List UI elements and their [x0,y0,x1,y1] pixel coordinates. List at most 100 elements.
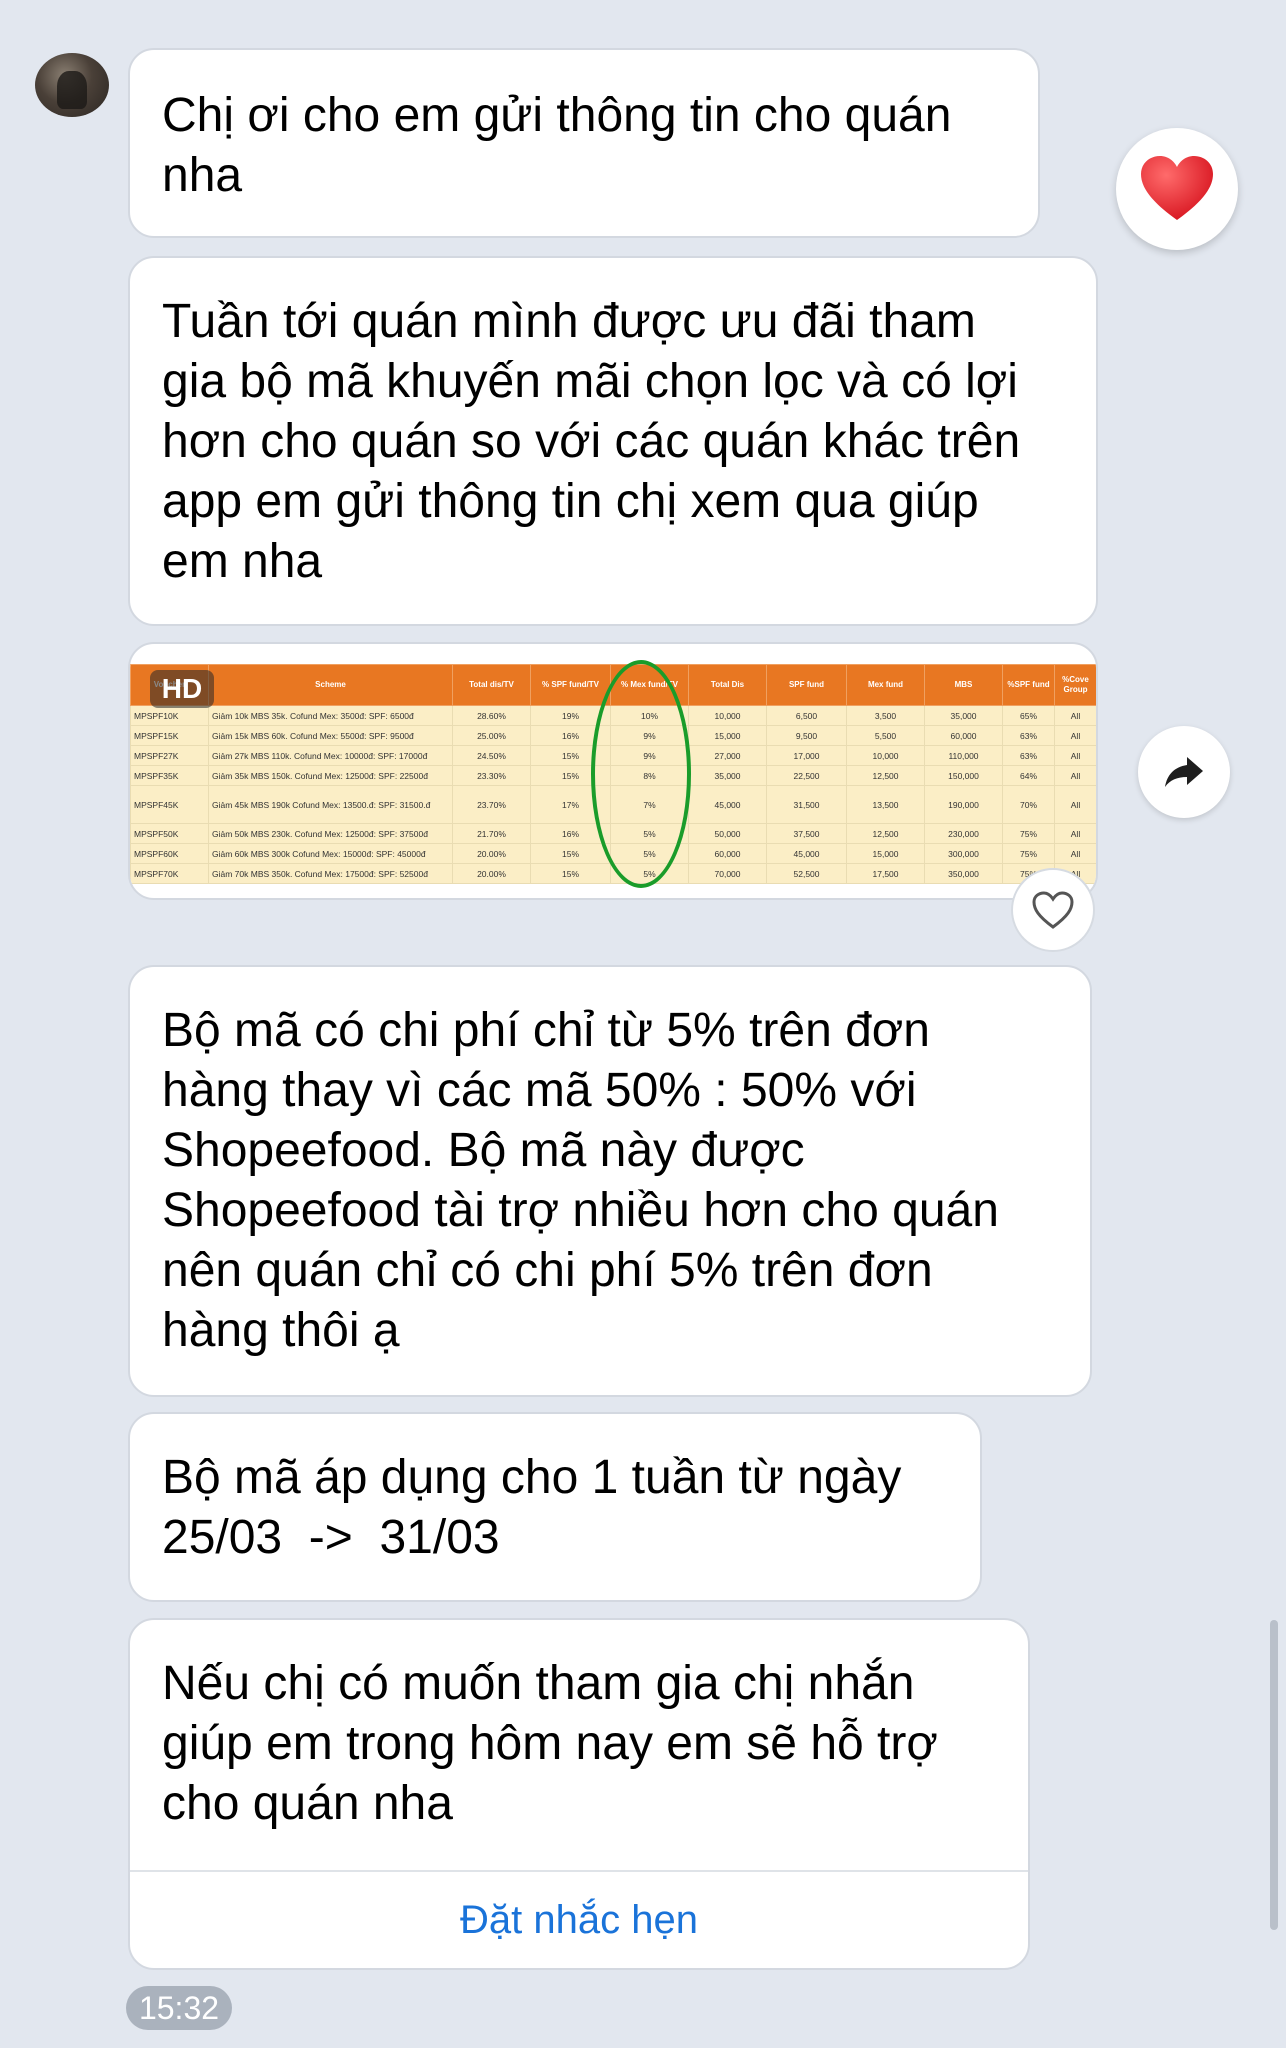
table-header-cell: % SPF fund/TV [530,664,611,706]
table-cell: 60,000 [688,843,767,864]
table-cell: 31,500 [766,785,847,824]
table-cell: 70,000 [688,863,767,884]
table-cell: 35,000 [688,765,767,786]
table-cell: All [1054,765,1096,786]
table-cell: 21.70% [452,823,531,844]
table-cell: 75% [1002,843,1055,864]
table-cell: Giảm 10k MBS 35k. Cofund Mex: 3500đ: SPF… [208,705,453,726]
share-icon [1165,757,1203,787]
table-cell: 13,500 [846,785,925,824]
hd-badge: HD [150,670,214,708]
table-cell: 300,000 [924,843,1003,864]
table-cell: 45,000 [766,843,847,864]
table-cell: 12,500 [846,823,925,844]
table-cell: Giảm 35k MBS 150k. Cofund Mex: 12500đ: S… [208,765,453,786]
table-cell: MPSPF15K [130,725,209,746]
table-cell: 17,500 [846,863,925,884]
table-cell: 10,000 [688,705,767,726]
share-arrow-icon[interactable] [1138,726,1230,818]
table-header-cell: Total dis/TV [452,664,531,706]
table-cell: 6,500 [766,705,847,726]
message-bubble-5[interactable]: Bộ mã áp dụng cho 1 tuần từ ngày 25/03 -… [128,1412,982,1602]
table-cell: 25.00% [452,725,531,746]
table-cell: Giảm 60k MBS 300k Cofund Mex: 15000đ: SP… [208,843,453,864]
table-cell: Giảm 70k MBS 350k. Cofund Mex: 17500đ: S… [208,863,453,884]
message-text: Bộ mã có chi phí chỉ từ 5% trên đơn hàng… [162,1004,999,1357]
table-cell: 110,000 [924,745,1003,766]
set-reminder-button[interactable]: Đặt nhắc hẹn [130,1870,1028,1968]
message-text: Nếu chị có muốn tham gia chị nhắn giúp e… [162,1657,938,1830]
like-icon [1032,891,1074,929]
table-cell: 50,000 [688,823,767,844]
table-cell: All [1054,823,1096,844]
table-cell: All [1054,705,1096,726]
table-cell: MPSPF60K [130,843,209,864]
message-text: Tuần tới quán mình được ưu đãi tham gia … [162,295,1021,588]
table-cell: 10,000 [846,745,925,766]
table-cell: MPSPF45K [130,785,209,824]
table-cell: 15,000 [846,843,925,864]
message-bubble-2[interactable]: Tuần tới quán mình được ưu đãi tham gia … [128,256,1098,626]
table-cell: MPSPF10K [130,705,209,726]
table-cell: MPSPF35K [130,765,209,786]
table-cell: MPSPF27K [130,745,209,766]
table-header-cell: MBS [924,664,1003,706]
table-cell: 22,500 [766,765,847,786]
message-text: Chị ơi cho em gửi thông tin cho quán nha [162,89,952,202]
table-cell: 24.50% [452,745,531,766]
heart-outline-icon[interactable] [1011,868,1095,952]
table-cell: 23.70% [452,785,531,824]
table-cell: 64% [1002,765,1055,786]
table-header-cell: Scheme [208,664,453,706]
image-attachment[interactable]: VoucherSchemeTotal dis/TV% SPF fund/TV% … [128,642,1098,900]
table-cell: 12,500 [846,765,925,786]
table-cell: All [1054,785,1096,824]
table-cell: 9,500 [766,725,847,746]
table-cell: 75% [1002,823,1055,844]
timestamp: 15:32 [126,1986,232,2030]
table-cell: 28.60% [452,705,531,726]
table-header-cell: Mex fund [846,664,925,706]
heart-reaction-icon[interactable] [1116,128,1238,250]
table-cell: 5,500 [846,725,925,746]
table-cell: 70% [1002,785,1055,824]
table-cell: Giảm 27k MBS 110k. Cofund Mex: 10000đ: S… [208,745,453,766]
message-bubble-4[interactable]: Bộ mã có chi phí chỉ từ 5% trên đơn hàng… [128,965,1092,1397]
table-cell: All [1054,725,1096,746]
table-cell: 15% [530,863,611,884]
scrollbar[interactable] [1270,1620,1278,1930]
message-bubble-1[interactable]: Chị ơi cho em gửi thông tin cho quán nha [128,48,1040,238]
table-cell: MPSPF50K [130,823,209,844]
table-cell: All [1054,843,1096,864]
table-cell: 15% [530,843,611,864]
table-header-cell: %SPF fund [1002,664,1055,706]
table-cell: 35,000 [924,705,1003,726]
table-cell: 190,000 [924,785,1003,824]
table-cell: 60,000 [924,725,1003,746]
message-text: Bộ mã áp dụng cho 1 tuần từ ngày 25/03 -… [162,1451,902,1564]
table-cell: 27,000 [688,745,767,766]
table-cell: 20.00% [452,843,531,864]
table-cell: Giảm 45k MBS 190k Cofund Mex: 13500.đ: S… [208,785,453,824]
table-cell: 45,000 [688,785,767,824]
table-cell: 52,500 [766,863,847,884]
table-cell: 15,000 [688,725,767,746]
table-cell: 63% [1002,725,1055,746]
heart-icon [1141,156,1213,220]
table-cell: All [1054,745,1096,766]
table-header-cell: Total Dis [688,664,767,706]
green-circle-annotation [591,660,691,888]
message-bubble-6[interactable]: Nếu chị có muốn tham gia chị nhắn giúp e… [128,1618,1030,1970]
table-header-cell: SPF fund [766,664,847,706]
table-cell: 37,500 [766,823,847,844]
table-cell: 230,000 [924,823,1003,844]
table-cell: MPSPF70K [130,863,209,884]
table-cell: 23.30% [452,765,531,786]
table-cell: Giảm 15k MBS 60k. Cofund Mex: 5500đ: SPF… [208,725,453,746]
table-cell: 65% [1002,705,1055,726]
table-cell: 3,500 [846,705,925,726]
sender-avatar[interactable] [35,53,109,117]
table-cell: 63% [1002,745,1055,766]
table-cell: 17,000 [766,745,847,766]
table-cell: 20.00% [452,863,531,884]
